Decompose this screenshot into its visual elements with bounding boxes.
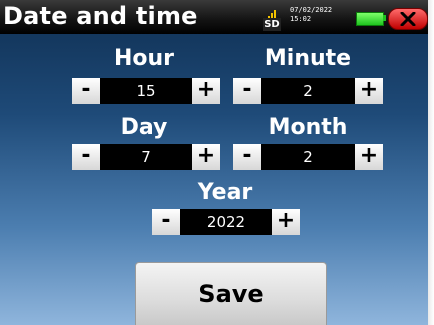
hour-stepper: - 15 + [72,78,220,104]
save-button[interactable]: Save [135,262,327,325]
sd-label: SD [263,18,281,31]
sd-card-icon: SD [262,4,282,32]
day-stepper: - 7 + [72,144,220,170]
month-stepper: - 2 + [233,144,383,170]
minute-label: Minute [264,46,352,71]
month-decrement-button[interactable]: - [233,144,261,170]
right-bezel [428,0,434,325]
hour-label: Hour [113,46,175,71]
year-label: Year [197,180,253,205]
battery-tip [383,15,386,21]
month-label: Month [268,115,348,140]
status-clock: 07/02/2022 15:02 [290,6,332,24]
page-title: Date and time [3,2,198,30]
minute-decrement-button[interactable]: - [233,78,261,104]
close-icon [400,12,416,26]
status-date: 07/02/2022 [290,6,333,14]
hour-increment-button[interactable]: + [192,78,220,104]
year-value: 2022 [180,209,272,235]
year-increment-button[interactable]: + [272,209,300,235]
year-stepper: - 2022 + [152,209,300,235]
minute-value: 2 [261,78,355,104]
day-decrement-button[interactable]: - [72,144,100,170]
screen: Date and time SD 07/02/2022 15:02 Hour -… [0,0,434,325]
close-button[interactable] [388,8,428,30]
battery-icon [356,12,384,26]
hour-value: 15 [100,78,192,104]
day-label: Day [120,115,168,140]
month-increment-button[interactable]: + [355,144,383,170]
year-decrement-button[interactable]: - [152,209,180,235]
minute-stepper: - 2 + [233,78,383,104]
title-bar: Date and time SD 07/02/2022 15:02 [0,0,428,34]
month-value: 2 [261,144,355,170]
status-time: 15:02 [290,15,312,23]
minute-increment-button[interactable]: + [355,78,383,104]
day-increment-button[interactable]: + [192,144,220,170]
hour-decrement-button[interactable]: - [72,78,100,104]
day-value: 7 [100,144,192,170]
